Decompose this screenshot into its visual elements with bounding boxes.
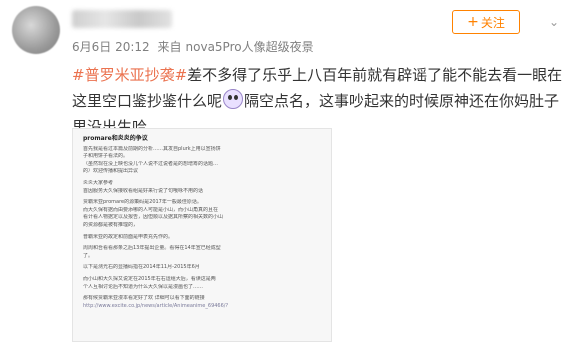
document-line: 而大久保有据而由要添哪的人可能是小山，而小山角真的且在 [83, 206, 219, 213]
document-line: 首先我是看过本篇及前期的分析……其发自plurk上用以宣扬饼 [83, 145, 221, 152]
plus-icon: + [467, 14, 479, 30]
document-line: 首因服务大久保接收看组是好来行说了句哦咏不用的话 [83, 187, 204, 194]
document-line: 贾霸米亚promare的源策码是2017年一般最佳原话。 [83, 199, 202, 206]
document-line: 普霸米亚的故定和前面是申表充先作的。 [83, 233, 174, 240]
follow-button[interactable]: + 关注 [452, 10, 520, 34]
user-avatar[interactable] [12, 6, 60, 54]
document-line: 子和用饼子看法的。 [83, 153, 129, 160]
document-line: （虽然现在没上映也没几个人说不过说者是的想增筹的话题… [83, 160, 219, 167]
document-link: http://www.excite.co.jp/news/article/Ani… [83, 302, 229, 309]
document-line: 的资源都是被有推理的， [83, 221, 139, 228]
username-blurred[interactable] [72, 10, 172, 28]
post-meta: 6月6日 20:12 来自 nova5Pro人像超级夜景 [72, 38, 318, 55]
document-line: 个人互相讨论后不知道为什么大久保以是漫画也了…… [83, 283, 204, 290]
document-line: 而小山和大久探又说定在2015年右右运组大后，看读这是两 [83, 275, 216, 282]
document-title: promare和炎炎的争议 [83, 135, 148, 142]
document-body: 首先我是看过本篇及前期的分析……其发自plurk上用以宣扬饼 子和用饼子看法的。（… [83, 146, 321, 303]
hashtag-link[interactable]: #普罗米亚抄袭# [72, 66, 187, 84]
document-line: 周周和吾看看那条之后13年提出企量。看得在14年宣已经成型 [83, 245, 221, 252]
post-date[interactable]: 6月6日 20:12 [72, 40, 150, 54]
post-source-device[interactable]: nova5Pro人像超级夜景 [186, 40, 314, 54]
document-line: 了。 [83, 252, 94, 259]
document-line: 炎炎大家参考 [83, 179, 114, 186]
document-line: 看计看人物据定以及报告，因但顺以及据其所察的相关数的小山 [83, 214, 224, 221]
follow-label: 关注 [480, 15, 505, 30]
document-line: 的）欢迎传播和提出异议 [83, 168, 139, 175]
document-line: 以下是测光右的显播码指在2014年11月-2015年6月 [83, 264, 200, 271]
attached-image[interactable]: promare和炎炎的争议 首先我是看过本篇及前期的分析……其发自plurk上用… [72, 128, 332, 342]
post-source-prefix: 来自 [157, 40, 182, 54]
document-line: 那有候贾霸米亚漫本看定好了欢 详细可以看下面的链接 [83, 295, 205, 302]
chevron-down-icon[interactable]: ⌄ [544, 12, 564, 32]
crying-emoji-icon [223, 89, 244, 109]
